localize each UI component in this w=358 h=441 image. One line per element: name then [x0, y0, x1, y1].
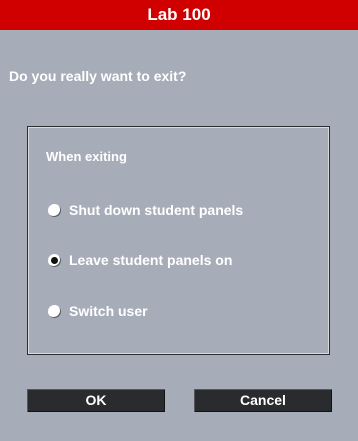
radio-unchecked-icon[interactable] — [48, 304, 61, 318]
radio-label: Switch user — [69, 303, 148, 319]
group-title: When exiting — [46, 149, 127, 164]
radio-label: Leave student panels on — [69, 252, 233, 268]
when-exiting-group: When exiting Shut down student panels Le… — [27, 126, 330, 355]
cancel-button[interactable]: Cancel — [194, 389, 332, 412]
window-title: Lab 100 — [0, 0, 358, 30]
ok-button[interactable]: OK — [27, 389, 165, 412]
radio-unchecked-icon[interactable] — [48, 203, 61, 217]
radio-label: Shut down student panels — [69, 202, 244, 218]
radio-checked-icon[interactable] — [48, 253, 61, 267]
radio-switch-user[interactable]: Switch user — [48, 302, 148, 320]
exit-question: Do you really want to exit? — [9, 68, 187, 84]
radio-leave-student-panels-on[interactable]: Leave student panels on — [48, 251, 232, 269]
radio-shut-down-student-panels[interactable]: Shut down student panels — [48, 201, 243, 219]
exit-dialog: Lab 100 Do you really want to exit? When… — [0, 0, 358, 441]
